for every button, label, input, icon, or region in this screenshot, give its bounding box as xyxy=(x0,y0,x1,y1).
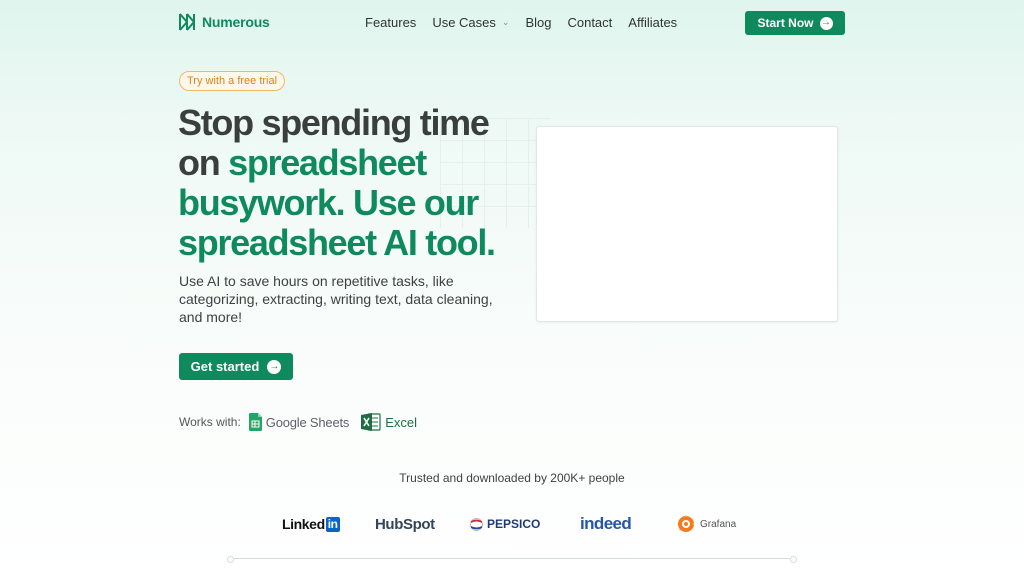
app-google-sheets: Google Sheets xyxy=(248,413,350,431)
brand-logos: Linked in HubSpot PEPSICO indeed Grafana xyxy=(0,511,1024,537)
hubspot-logo: HubSpot xyxy=(375,515,435,533)
numerous-logo-icon xyxy=(179,13,195,31)
hero-title-line3: busywork. Use our xyxy=(178,182,479,223)
hero-title-line2-accent: spreadsheet xyxy=(228,142,427,183)
hero-title-line1: Stop spending time xyxy=(178,102,490,143)
grafana-icon xyxy=(678,515,694,532)
demo-video-card[interactable] xyxy=(536,126,838,322)
works-with: Works with: Google Sheets Excel xyxy=(179,412,429,432)
nav-link-blog[interactable]: Blog xyxy=(525,15,551,30)
arrow-right-icon: → xyxy=(267,359,282,374)
excel-label: Excel xyxy=(385,414,417,430)
works-with-label: Works with: xyxy=(179,415,241,429)
start-now-button[interactable]: Start Now → xyxy=(745,11,845,35)
nav-link-contact[interactable]: Contact xyxy=(567,15,612,30)
arrow-right-icon: → xyxy=(819,16,833,30)
top-nav: Numerous Features Use Cases ⌄ Blog Conta… xyxy=(0,0,1024,46)
indeed-logo: indeed xyxy=(580,514,632,533)
hero-title-line4: spreadsheet AI tool. xyxy=(178,222,496,263)
section-divider xyxy=(227,556,797,563)
grafana-logo-text: Grafana xyxy=(700,518,737,530)
pepsico-globe-icon xyxy=(470,517,483,531)
trusted-text: Trusted and downloaded by 200K+ people xyxy=(399,471,625,485)
linkedin-logo-box: in xyxy=(325,516,340,532)
logo-text: Numerous xyxy=(202,14,270,30)
nav-link-use-cases-label: Use Cases xyxy=(432,15,496,30)
pepsico-logo-text: PEPSICO xyxy=(487,517,541,531)
hero-subtitle: Use AI to save hours on repetitive tasks… xyxy=(179,273,493,325)
hero-title-line2-plain: on xyxy=(178,142,229,183)
pepsico-logo: PEPSICO xyxy=(470,511,540,537)
linkedin-logo-text: Linked xyxy=(282,516,325,532)
app-excel: Excel xyxy=(361,413,417,431)
excel-icon xyxy=(361,413,381,431)
nav-link-features[interactable]: Features xyxy=(365,15,416,30)
linkedin-logo: Linked in xyxy=(282,511,340,537)
google-sheets-label: Google Sheets xyxy=(265,414,350,430)
chevron-down-icon: ⌄ xyxy=(501,17,510,27)
logo[interactable]: Numerous xyxy=(178,12,270,32)
nav-links: Features Use Cases ⌄ Blog Contact Affili… xyxy=(365,15,677,30)
nav-link-affiliates[interactable]: Affiliates xyxy=(628,15,677,30)
get-started-button[interactable]: Get started → xyxy=(179,353,293,380)
start-now-label: Start Now xyxy=(757,16,814,30)
nav-link-use-cases[interactable]: Use Cases ⌄ xyxy=(432,15,509,30)
grafana-logo: Grafana xyxy=(676,511,736,537)
hero-title: Stop spending time on spreadsheet busywo… xyxy=(178,103,518,263)
google-sheets-icon xyxy=(248,413,262,431)
get-started-label: Get started xyxy=(190,359,260,374)
free-trial-badge[interactable]: Try with a free trial xyxy=(179,71,286,91)
